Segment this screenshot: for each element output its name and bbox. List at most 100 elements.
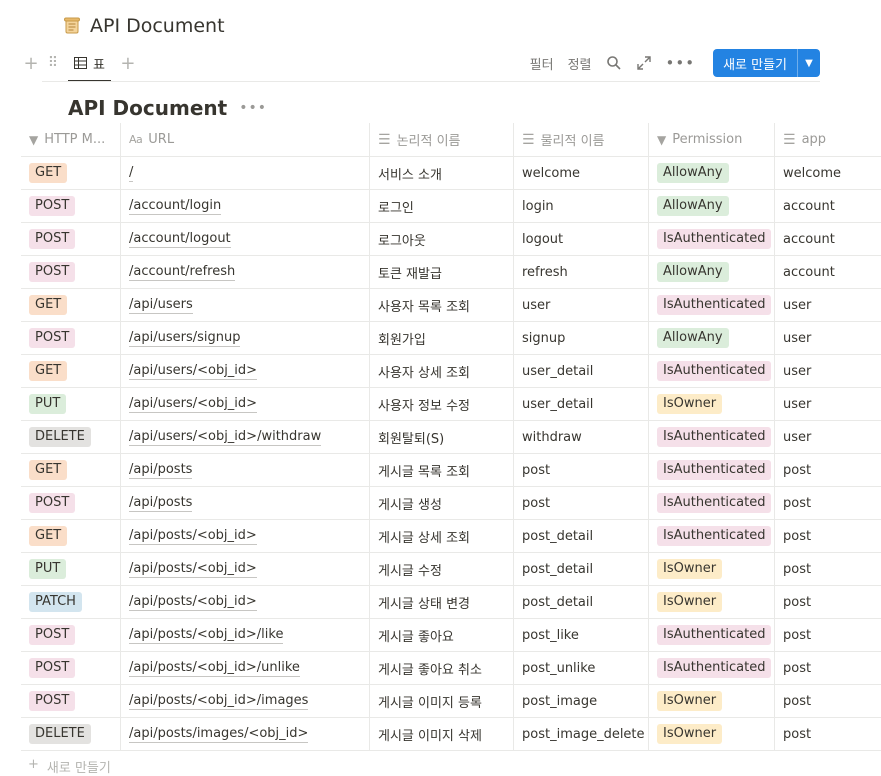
add-block-icon[interactable]: + [20,53,42,74]
cell-permission[interactable]: IsAuthenticated [649,520,775,552]
more-options-icon[interactable]: ••• [666,54,696,72]
cell-app[interactable]: welcome [775,157,881,189]
cell-app[interactable]: post [775,718,881,750]
cell-url[interactable]: /api/users/<obj_id> [121,355,370,387]
cell-logical-name[interactable]: 게시글 수정 [370,553,514,585]
table-row[interactable]: POST/account/refresh 토큰 재발급 refresh AllowAn… [21,256,881,289]
table-row[interactable]: GET/api/users 사용자 목록 조회 user IsAuthenticate… [21,289,881,322]
table-row[interactable]: DELETE/api/posts/images/<obj_id> 게시글 이미지 … [21,718,881,751]
cell-url[interactable]: /api/users/signup [121,322,370,354]
cell-permission[interactable]: IsAuthenticated [649,487,775,519]
cell-app[interactable]: post [775,685,881,717]
cell-http-method[interactable]: PUT [21,388,121,420]
column-header-permission[interactable]: ▼ Permission [649,123,775,156]
cell-physical-name[interactable]: login [514,190,649,222]
table-row[interactable]: POST/account/login 로그인 login AllowAny accoun… [21,190,881,223]
cell-app[interactable]: user [775,388,881,420]
page-title[interactable]: API Document [62,12,225,40]
column-header-http-method[interactable]: ▼ HTTP M... [21,123,121,156]
cell-http-method[interactable]: POST [21,322,121,354]
filter-button[interactable]: 필터 [530,54,554,73]
cell-logical-name[interactable]: 게시글 좋아요 [370,619,514,651]
cell-permission[interactable]: IsAuthenticated [649,421,775,453]
cell-http-method[interactable]: POST [21,619,121,651]
cell-permission[interactable]: IsAuthenticated [649,652,775,684]
cell-physical-name[interactable]: post_detail [514,520,649,552]
cell-url[interactable]: /api/users/<obj_id>/withdraw [121,421,370,453]
cell-url[interactable]: /api/posts/<obj_id> [121,586,370,618]
table-row[interactable]: PUT/api/posts/<obj_id> 게시글 수정 post_detail I… [21,553,881,586]
cell-http-method[interactable]: POST [21,223,121,255]
column-header-logical-name[interactable]: ☰ 논리적 이름 [370,123,514,156]
cell-app[interactable]: account [775,256,881,288]
column-header-physical-name[interactable]: ☰ 물리적 이름 [514,123,649,156]
cell-logical-name[interactable]: 게시글 이미지 등록 [370,685,514,717]
cell-url[interactable]: /api/posts/<obj_id>/like [121,619,370,651]
cell-physical-name[interactable]: welcome [514,157,649,189]
cell-permission[interactable]: AllowAny [649,157,775,189]
cell-logical-name[interactable]: 게시글 상태 변경 [370,586,514,618]
cell-permission[interactable]: IsAuthenticated [649,223,775,255]
cell-app[interactable]: user [775,355,881,387]
database-more-icon[interactable]: ••• [239,100,267,116]
table-row[interactable]: PUT/api/users/<obj_id> 사용자 정보 수정 user_deta… [21,388,881,421]
cell-permission[interactable]: AllowAny [649,322,775,354]
cell-app[interactable]: post [775,586,881,618]
cell-url[interactable]: /api/users [121,289,370,321]
new-button[interactable]: 새로 만들기 ▼ [713,49,820,77]
cell-physical-name[interactable]: signup [514,322,649,354]
table-row[interactable]: PATCH/api/posts/<obj_id> 게시글 상태 변경 post_de… [21,586,881,619]
cell-logical-name[interactable]: 사용자 상세 조회 [370,355,514,387]
cell-http-method[interactable]: GET [21,454,121,486]
table-row[interactable]: POST/api/posts 게시글 생성 post IsAuthenticated p… [21,487,881,520]
cell-url[interactable]: /api/posts [121,454,370,486]
table-row[interactable]: POST/api/posts/<obj_id>/like 게시글 좋아요 post_… [21,619,881,652]
cell-http-method[interactable]: GET [21,289,121,321]
cell-http-method[interactable]: PUT [21,553,121,585]
cell-url[interactable]: /api/posts/<obj_id>/images [121,685,370,717]
cell-permission[interactable]: IsOwner [649,586,775,618]
cell-http-method[interactable]: PATCH [21,586,121,618]
cell-logical-name[interactable]: 로그아웃 [370,223,514,255]
cell-url[interactable]: /api/posts/<obj_id> [121,520,370,552]
search-icon[interactable] [606,55,622,71]
cell-url[interactable]: /account/login [121,190,370,222]
cell-app[interactable]: post [775,487,881,519]
cell-physical-name[interactable]: post_unlike [514,652,649,684]
cell-app[interactable]: post [775,553,881,585]
cell-permission[interactable]: AllowAny [649,190,775,222]
cell-app[interactable]: post [775,520,881,552]
cell-physical-name[interactable]: refresh [514,256,649,288]
cell-logical-name[interactable]: 회원탈퇴(S) [370,421,514,453]
cell-permission[interactable]: IsOwner [649,685,775,717]
cell-permission[interactable]: IsOwner [649,388,775,420]
cell-permission[interactable]: IsAuthenticated [649,289,775,321]
table-row[interactable]: POST/api/users/signup 회원가입 signup AllowAny u… [21,322,881,355]
tab-table-view[interactable]: 표 [68,44,111,82]
table-row[interactable]: POST/api/posts/<obj_id>/unlike 게시글 좋아요 취소… [21,652,881,685]
column-header-url[interactable]: Aa URL [121,123,370,156]
cell-logical-name[interactable]: 게시글 목록 조회 [370,454,514,486]
cell-physical-name[interactable]: post_image_delete [514,718,649,750]
cell-http-method[interactable]: POST [21,685,121,717]
cell-app[interactable]: post [775,619,881,651]
expand-icon[interactable] [636,55,652,71]
cell-logical-name[interactable]: 토큰 재발급 [370,256,514,288]
cell-http-method[interactable]: DELETE [21,718,121,750]
cell-physical-name[interactable]: post [514,487,649,519]
cell-url[interactable]: /api/users/<obj_id> [121,388,370,420]
cell-physical-name[interactable]: withdraw [514,421,649,453]
cell-logical-name[interactable]: 게시글 이미지 삭제 [370,718,514,750]
cell-url[interactable]: /api/posts/images/<obj_id> [121,718,370,750]
cell-http-method[interactable]: DELETE [21,421,121,453]
column-header-app[interactable]: ☰ app [775,123,881,156]
table-row[interactable]: GET / 서비스 소개 welcome AllowAny welcome [21,157,881,190]
cell-physical-name[interactable]: post_detail [514,553,649,585]
cell-http-method[interactable]: GET [21,157,121,189]
table-row[interactable]: POST/api/posts/<obj_id>/images 게시글 이미지 등록… [21,685,881,718]
cell-app[interactable]: account [775,223,881,255]
cell-app[interactable]: post [775,454,881,486]
cell-app[interactable]: account [775,190,881,222]
cell-logical-name[interactable]: 회원가입 [370,322,514,354]
cell-http-method[interactable]: POST [21,256,121,288]
